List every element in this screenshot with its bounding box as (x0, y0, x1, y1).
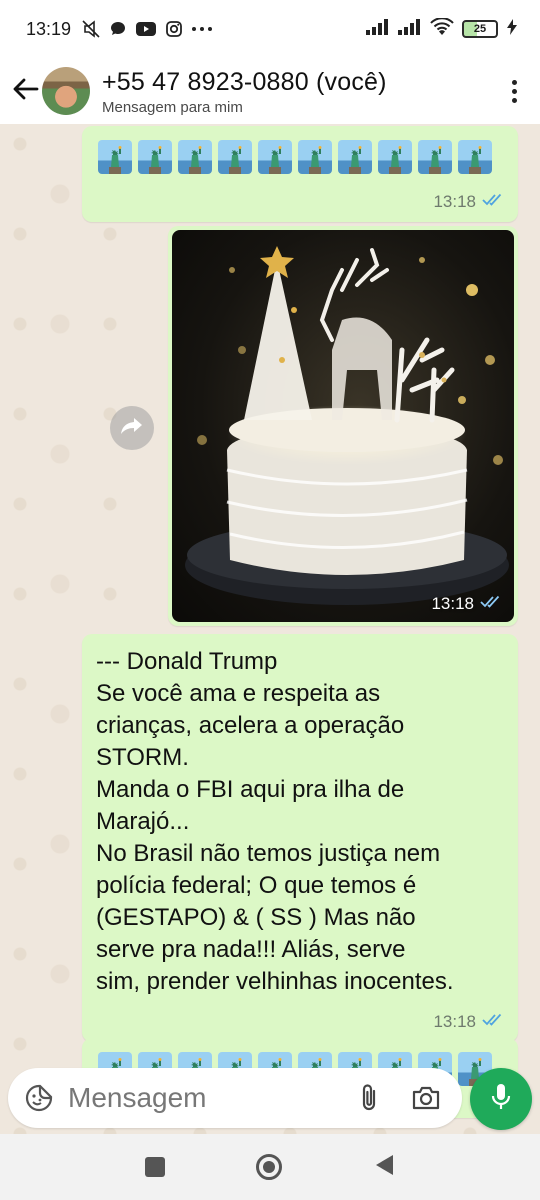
paperclip-icon[interactable] (352, 1078, 386, 1118)
message-line: (GESTAPO) & ( SS ) Mas não (96, 904, 416, 931)
chat-area[interactable]: 13:18 13:18 --- Donald Trump Se você ama… (0, 124, 540, 1134)
mute-icon (81, 19, 101, 39)
status-time: 13:19 (26, 18, 72, 39)
back-button[interactable] (6, 66, 46, 116)
statue-of-liberty-emoji (258, 140, 292, 174)
dot (511, 97, 517, 103)
statue-of-liberty-emoji (378, 140, 412, 174)
message-line: STORM. (96, 744, 189, 771)
double-check-icon (480, 594, 502, 614)
message-input-pill (8, 1068, 462, 1128)
home-dot (262, 1161, 275, 1173)
statue-of-liberty-emoji (98, 140, 132, 174)
double-check-icon (482, 1012, 504, 1032)
chat-header: +55 47 8923-0880 (você) Mensagem para mi… (0, 58, 540, 124)
signal-icon (398, 18, 422, 40)
statue-of-liberty-emoji (458, 140, 492, 174)
status-bar: 13:19 25 (0, 0, 540, 58)
message-line: Marajó... (96, 808, 190, 835)
system-nav-bar (0, 1134, 540, 1200)
message-line: crianças, acelera a operação (96, 712, 405, 739)
youtube-icon (135, 21, 157, 37)
message-line: No Brasil não temos justiça nem (96, 840, 441, 867)
contact-name: +55 47 8923-0880 (você) (102, 67, 387, 96)
message-text: --- Donald Trump Se você ama e respeita a… (96, 646, 504, 998)
statue-of-liberty-emoji (298, 140, 332, 174)
dot (511, 88, 517, 94)
message-line: polícia federal; O que temos é (96, 872, 417, 899)
wifi-icon (430, 16, 454, 41)
chat-bubble-icon (109, 20, 127, 38)
message-meta: 13:18 (433, 192, 504, 212)
status-notification-icons (81, 19, 213, 39)
message-line: sim, prender velhinhas inocentes. (96, 968, 454, 995)
cake-photo[interactable]: 13:18 (172, 230, 514, 622)
overflow-menu-button[interactable] (504, 71, 524, 111)
forward-arrow-icon (119, 416, 145, 441)
message-line: serve pra nada!!! Aliás, serve (96, 936, 406, 963)
message-input-bar (0, 1062, 540, 1132)
message-line: Manda o FBI aqui pra ilha de (96, 776, 405, 803)
back-nav-button[interactable] (373, 1153, 395, 1182)
message-meta: 13:18 (433, 1012, 504, 1032)
charging-icon (506, 18, 518, 41)
contact-info[interactable]: +55 47 8923-0880 (você) Mensagem para mi… (102, 67, 387, 116)
double-check-icon (482, 192, 504, 212)
message-input[interactable] (68, 1082, 338, 1114)
cake-illustration (185, 246, 509, 605)
message-bubble-emoji[interactable]: 13:18 (82, 126, 518, 222)
status-system-icons: 25 (366, 16, 518, 41)
forward-button[interactable] (110, 406, 154, 450)
signal-icon (366, 18, 390, 40)
statue-of-liberty-emoji (178, 140, 212, 174)
microphone-button[interactable] (470, 1068, 532, 1130)
message-time: 13:18 (433, 192, 476, 211)
more-dots-icon (191, 25, 213, 33)
message-bubble-image[interactable]: 13:18 (168, 226, 518, 626)
message-line: --- Donald Trump (96, 648, 278, 675)
contact-avatar[interactable] (42, 67, 90, 115)
message-time: 13:18 (431, 594, 474, 613)
statue-of-liberty-emoji (218, 140, 252, 174)
message-meta: 13:18 (431, 594, 502, 614)
battery-icon: 25 (462, 20, 498, 38)
sticker-icon[interactable] (22, 1081, 56, 1115)
contact-subtitle: Mensagem para mim (102, 98, 243, 116)
camera-icon[interactable] (404, 1078, 448, 1118)
message-bubble-text[interactable]: --- Donald Trump Se você ama e respeita a… (82, 634, 518, 1042)
dot (511, 79, 517, 85)
arrow-left-icon (12, 77, 40, 106)
home-button[interactable] (255, 1154, 282, 1180)
statue-of-liberty-emoji (338, 140, 372, 174)
emoji-row (98, 140, 492, 174)
microphone-icon (489, 1082, 513, 1117)
screen: 13:19 25 +55 47 8923-0880 (você) Mensage… (0, 0, 540, 1200)
statue-of-liberty-emoji (138, 140, 172, 174)
message-time: 13:18 (433, 1012, 476, 1031)
instagram-icon (165, 20, 183, 38)
statue-of-liberty-emoji (418, 140, 452, 174)
message-line: Se você ama e respeita as (96, 680, 381, 707)
recents-button[interactable] (145, 1157, 166, 1177)
